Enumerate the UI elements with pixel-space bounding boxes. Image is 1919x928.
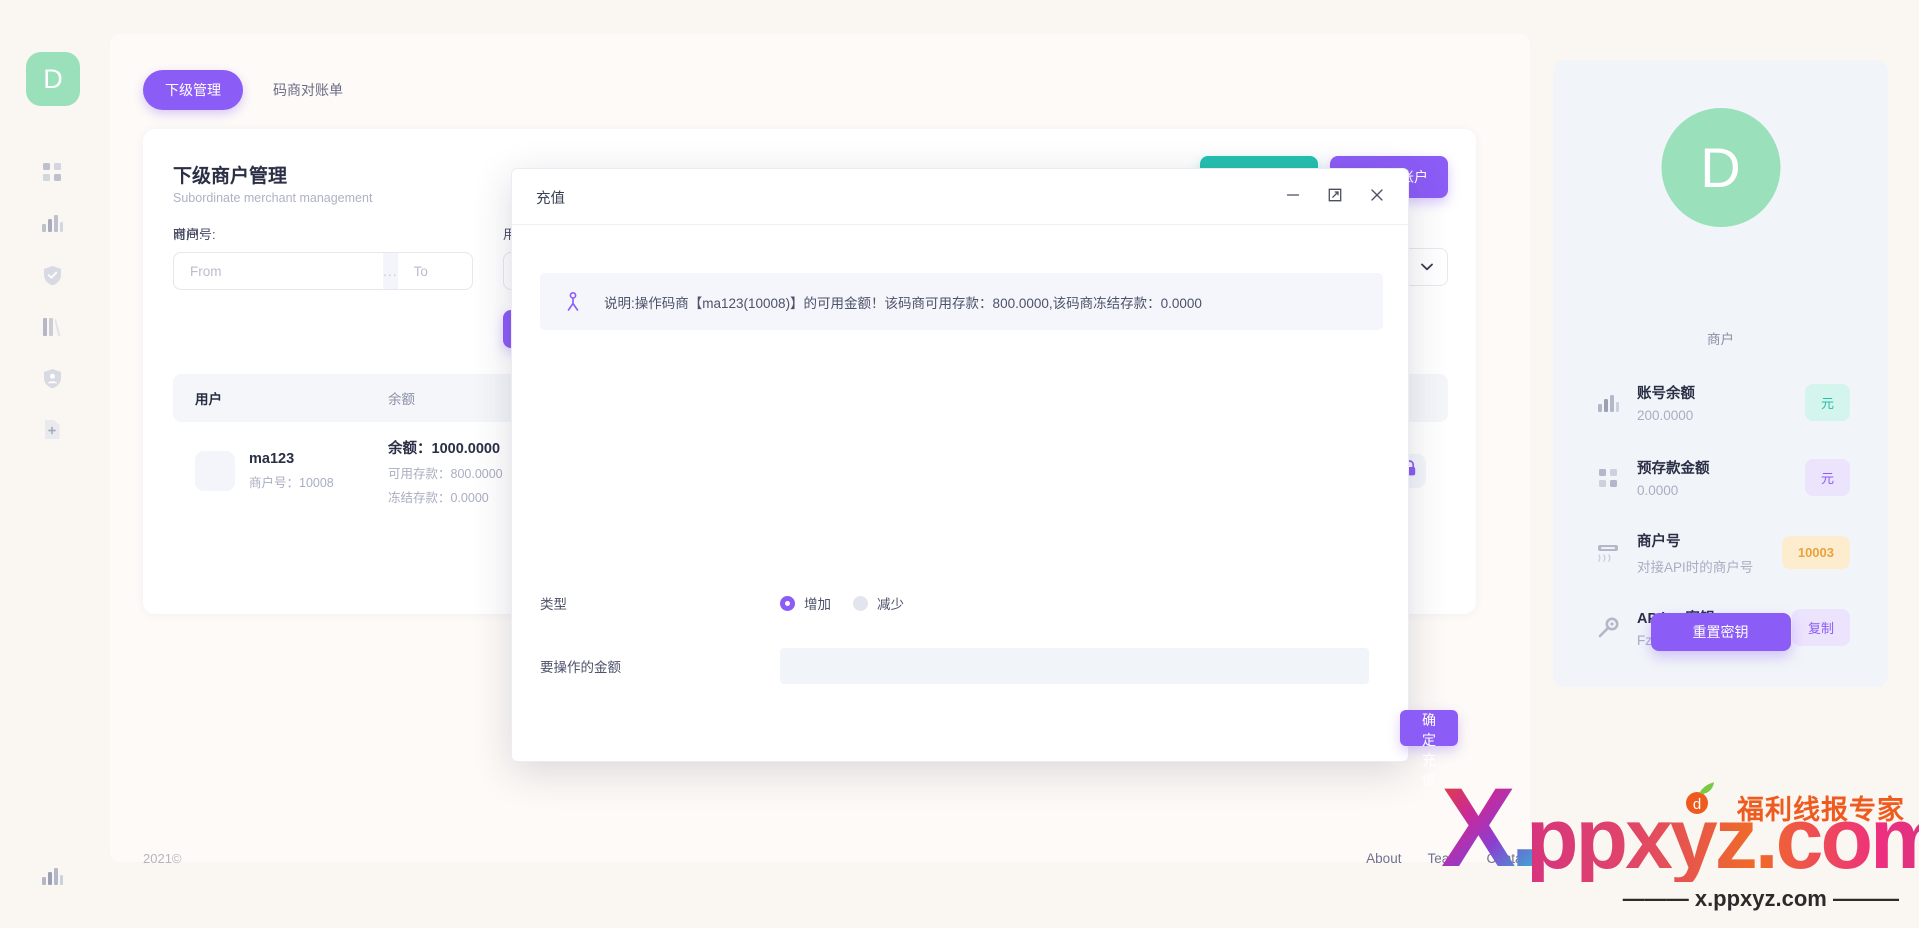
watermark-subtext: ——— x.ppxyz.com ———: [1623, 886, 1899, 912]
rail-item-grid[interactable]: [34, 154, 70, 190]
radio-increase-label: 增加: [804, 597, 831, 612]
notice-text: 说明:操作码商【ma123(10008)】的可用金额！该码商可用存款：800.0…: [604, 295, 1202, 311]
minimize-icon[interactable]: [1280, 182, 1306, 208]
rail-item-library[interactable]: [34, 308, 70, 344]
avatar: D: [1661, 108, 1780, 227]
radio-decrease-label: 减少: [877, 597, 904, 612]
radio-increase[interactable]: 增加: [780, 593, 831, 613]
rail-item-stats-bottom[interactable]: [34, 860, 70, 896]
stat-title: 账号余额: [1637, 386, 1695, 402]
footer-link-team[interactable]: Team: [1427, 851, 1460, 866]
time-label: 时间:: [173, 227, 203, 242]
reset-key-button[interactable]: 重置密钥: [1650, 613, 1791, 651]
footer-links: About Team Contact: [1366, 851, 1533, 866]
stat-badge-unit: 元: [1804, 384, 1850, 421]
info-person-icon: [562, 292, 584, 311]
footer-link-about[interactable]: About: [1366, 851, 1401, 866]
tab-subordinate-management[interactable]: 下级管理: [143, 70, 243, 110]
footer-link-contact[interactable]: Contact: [1486, 851, 1533, 866]
key-icon: [1591, 617, 1625, 639]
date-to-input[interactable]: [397, 253, 472, 289]
stat-value: 200.0000: [1637, 408, 1694, 423]
confirm-recharge-button[interactable]: 确定充值: [1400, 710, 1458, 788]
grid-icon: [1591, 468, 1625, 488]
amount-input[interactable]: [780, 648, 1369, 684]
watermark-dash-left: ———: [1622, 886, 1689, 911]
stat-badge-unit: 元: [1804, 459, 1850, 496]
modal-body: 说明:操作码商【ma123(10008)】的可用金额！该码商可用存款：800.0…: [512, 225, 1458, 788]
rail-item-verified[interactable]: [34, 257, 70, 293]
modal-window-controls: [1280, 182, 1390, 208]
watermark-dash-right: ———: [1833, 886, 1899, 911]
amount-label: 要操作的金额: [540, 660, 621, 675]
recharge-modal: 充值 说明:操作码商【ma123(10008)】的可用金额！该码商可用存款：80…: [511, 168, 1458, 788]
rail-item-add-doc[interactable]: [34, 411, 70, 447]
type-label: 类型: [540, 597, 567, 612]
stat-title: 预存款金额: [1637, 461, 1710, 477]
tab-bar: 下级管理 码商对账单: [143, 70, 365, 110]
bar-chart-icon: [1591, 393, 1625, 413]
radio-dot-icon: [853, 595, 868, 611]
app-logo[interactable]: D: [26, 52, 80, 106]
account-stat-prepaid: 预存款金额 0.0000 元: [1553, 440, 1888, 515]
stat-value: 对接API时的商户号: [1637, 559, 1754, 575]
page-subtitle: Subordinate merchant management: [173, 191, 373, 205]
watermark-domain: ppxyz.com: [1526, 796, 1919, 882]
stat-title: 商户号: [1637, 533, 1681, 550]
account-role: 商户: [1707, 332, 1734, 347]
bar-chart-icon: [41, 866, 63, 891]
date-from-input[interactable]: [174, 253, 383, 289]
rail-item-analytics[interactable]: [34, 205, 70, 241]
app-logo-letter: D: [43, 63, 63, 94]
row-user-name: ma123: [249, 451, 295, 467]
date-range-picker[interactable]: ...: [173, 252, 473, 290]
avatar: [195, 451, 235, 491]
row-user-merchant-no: 商户号：10008: [249, 476, 334, 490]
grid-icon: [42, 162, 62, 182]
table-cell-user: ma123 商户号：10008: [173, 451, 388, 491]
page-title: 下级商户管理: [173, 166, 288, 187]
modal-title: 充值: [536, 191, 565, 207]
footer: 2021© About Team Contact: [143, 851, 1533, 866]
account-info-panel: D 商户 账号余额 200.0000 元 预存款金额 0.0000 元 商户号 …: [1553, 60, 1888, 687]
radio-decrease[interactable]: 减少: [853, 593, 904, 613]
svg-text:d: d: [1693, 796, 1701, 813]
tab-merchant-statement[interactable]: 码商对账单: [251, 70, 365, 110]
watermark-sub-domain: x.ppxyz.com: [1694, 886, 1827, 911]
bar-chart-icon: [41, 213, 63, 233]
stat-badge-merchant-id: 10003: [1781, 536, 1850, 569]
avatar-letter: D: [1700, 136, 1741, 199]
column-header-user: 用户: [195, 392, 222, 407]
account-stat-balance: 账号余额 200.0000 元: [1553, 365, 1888, 440]
type-field-row: 类型 增加 减少: [540, 593, 904, 613]
rail-item-accounts[interactable]: [34, 360, 70, 396]
radio-dot-selected-icon: [780, 595, 795, 611]
type-radio-group: 增加 减少: [780, 593, 904, 613]
notice-banner: 说明:操作码商【ma123(10008)】的可用金额！该码商可用存款：800.0…: [540, 273, 1383, 330]
filter-time-range: 时间: ...: [173, 224, 473, 290]
account-stat-merchant-no: 商户号 对接API时的商户号 10003: [1553, 515, 1888, 590]
stat-value: 0.0000: [1637, 483, 1679, 498]
leaf-badge-icon: d: [1683, 780, 1725, 823]
file-plus-icon: [43, 419, 61, 440]
left-rail: D: [0, 0, 110, 928]
chevron-down-icon: [1421, 258, 1433, 276]
close-icon[interactable]: [1364, 182, 1390, 208]
card-icon: [1591, 542, 1625, 563]
shield-user-icon: [43, 368, 62, 389]
copy-apikey-button[interactable]: 复制: [1791, 609, 1850, 646]
copyright: 2021©: [143, 851, 182, 866]
app-root: D 下级管理 码商对账单 下级商户管理 Subordinate merchant…: [0, 0, 1919, 928]
watermark-cn-text: 福利线报专家: [1737, 795, 1905, 825]
maximize-icon[interactable]: [1322, 182, 1348, 208]
modal-header: 充值: [512, 169, 1408, 225]
amount-field-row: 要操作的金额: [540, 648, 1369, 684]
books-icon: [42, 316, 62, 337]
shield-check-icon: [43, 265, 62, 286]
date-range-separator: ...: [383, 253, 398, 289]
